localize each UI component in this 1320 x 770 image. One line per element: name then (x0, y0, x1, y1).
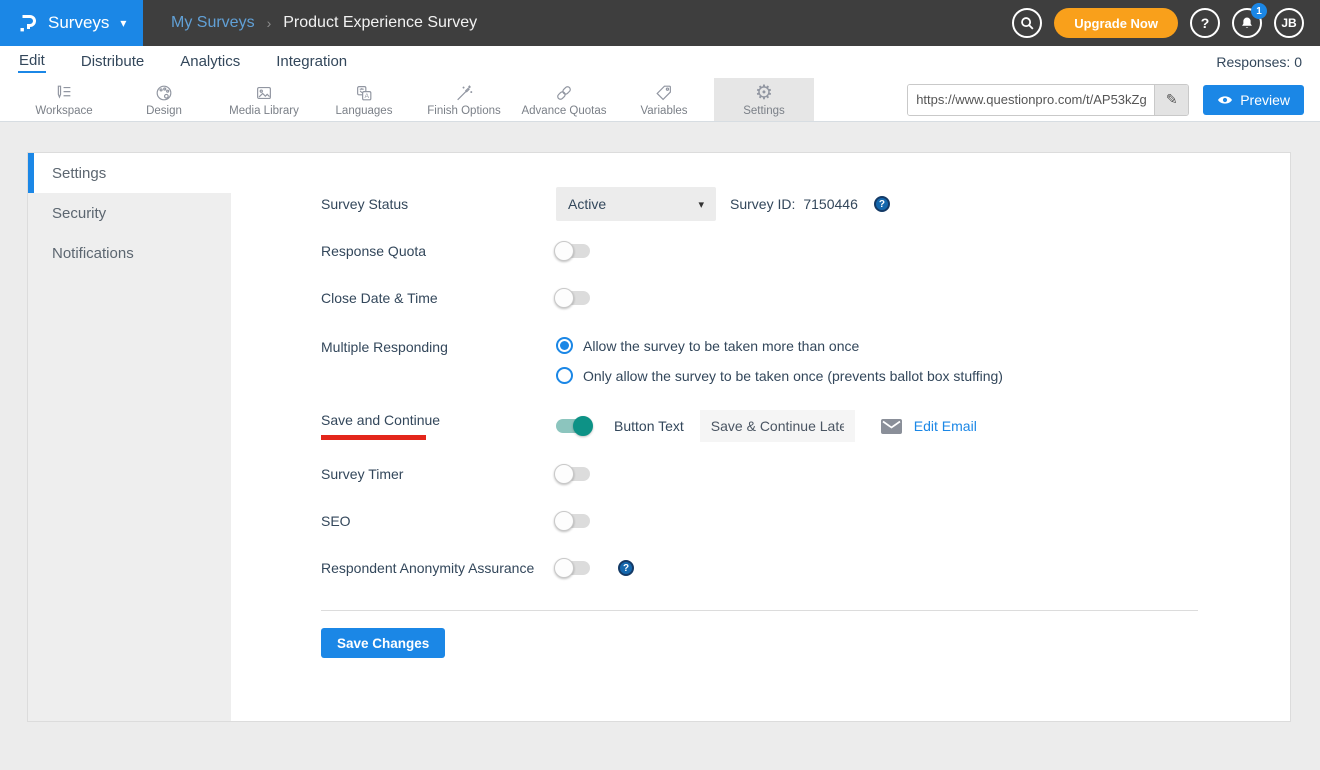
button-text-input[interactable] (700, 410, 855, 442)
envelope-icon[interactable] (881, 419, 902, 434)
sidebar-item-notifications[interactable]: Notifications (28, 233, 231, 273)
survey-timer-toggle[interactable] (556, 467, 590, 481)
toolbar-item-finish-options[interactable]: Finish Options (414, 78, 514, 121)
survey-id-label: Survey ID: (730, 196, 795, 212)
seo-toggle[interactable] (556, 514, 590, 528)
radio-icon (556, 367, 573, 384)
translate-icon: A (354, 82, 374, 103)
avatar-initials: JB (1281, 16, 1296, 30)
breadcrumb-separator: › (267, 15, 272, 31)
notification-badge: 1 (1251, 3, 1267, 19)
respondent-anonymity-toggle[interactable] (556, 561, 590, 575)
survey-timer-row: Survey Timer (321, 466, 1198, 482)
multiple-responding-row: Multiple Responding Allow the survey to … (321, 337, 1198, 384)
product-switcher-label: Surveys (48, 13, 109, 33)
toolbar-item-settings[interactable]: ⚙ Settings (714, 78, 814, 121)
button-text-label: Button Text (614, 418, 684, 434)
chevron-down-icon: ▾ (120, 16, 126, 30)
form-divider (321, 610, 1198, 611)
notifications-button[interactable]: 1 (1232, 8, 1262, 38)
save-and-continue-toggle[interactable] (556, 419, 590, 433)
settings-sidebar: Settings Security Notifications (28, 153, 231, 721)
eye-icon (1217, 94, 1233, 106)
pencil-icon: ✎ (1166, 91, 1178, 107)
survey-timer-label: Survey Timer (321, 466, 556, 482)
tab-analytics[interactable]: Analytics (179, 52, 241, 72)
bell-icon (1239, 15, 1255, 31)
close-date-toggle[interactable] (556, 291, 590, 305)
respondent-anonymity-label: Respondent Anonymity Assurance (321, 560, 556, 576)
edit-toolbar: Workspace Design Media Library A Languag… (0, 78, 1320, 122)
page-title: Product Experience Survey (283, 14, 477, 32)
save-and-continue-row: Save and Continue Button Text Edit Email (321, 410, 1198, 442)
survey-url-group: ✎ (907, 84, 1189, 116)
toolbar-item-advance-quotas[interactable]: Advance Quotas (514, 78, 614, 121)
search-button[interactable] (1012, 8, 1042, 38)
response-quota-toggle[interactable] (556, 244, 590, 258)
tab-edit[interactable]: Edit (18, 51, 46, 73)
preview-button[interactable]: Preview (1203, 85, 1304, 115)
magic-wand-icon (454, 82, 474, 103)
toolbar-item-languages[interactable]: A Languages (314, 78, 414, 121)
survey-status-select[interactable]: Active ▾ (556, 187, 716, 221)
respondent-anonymity-help-icon[interactable]: ? (618, 560, 634, 576)
settings-form: Survey Status Active ▾ Survey ID: 715044… (231, 153, 1290, 721)
chain-link-icon (554, 82, 574, 103)
svg-text:A: A (364, 92, 369, 99)
topbar-actions: Upgrade Now ? 1 JB (1012, 0, 1320, 46)
toolbar-right: ✎ Preview (907, 78, 1320, 121)
chevron-down-icon: ▾ (698, 198, 704, 211)
respondent-anonymity-row: Respondent Anonymity Assurance ? (321, 560, 1198, 576)
tab-integration[interactable]: Integration (275, 52, 348, 72)
toolbar-item-variables[interactable]: Variables (614, 78, 714, 121)
survey-status-label: Survey Status (321, 196, 556, 212)
survey-id-value: 7150446 (803, 196, 858, 212)
multiple-responding-label: Multiple Responding (321, 337, 556, 355)
close-date-label: Close Date & Time (321, 290, 556, 306)
edit-email-link[interactable]: Edit Email (914, 418, 977, 434)
gear-icon: ⚙ (755, 82, 773, 103)
tab-distribute[interactable]: Distribute (80, 52, 145, 72)
survey-id-help-icon[interactable]: ? (874, 196, 890, 212)
toolbar-item-workspace[interactable]: Workspace (14, 78, 114, 121)
sidebar-item-settings[interactable]: Settings (28, 153, 231, 193)
highlight-underline (321, 435, 426, 440)
brand-area[interactable]: Surveys ▾ (0, 0, 143, 46)
search-icon (1018, 14, 1036, 32)
question-mark-icon: ? (1201, 15, 1210, 31)
image-icon (254, 82, 274, 103)
toolbar-item-media-library[interactable]: Media Library (214, 78, 314, 121)
save-and-continue-label: Save and Continue (321, 412, 556, 428)
radio-option-multiple[interactable]: Allow the survey to be taken more than o… (556, 337, 1003, 354)
radio-icon (556, 337, 573, 354)
survey-url-input[interactable] (908, 85, 1154, 115)
radio-option-once[interactable]: Only allow the survey to be taken once (… (556, 367, 1003, 384)
avatar[interactable]: JB (1274, 8, 1304, 38)
response-quota-label: Response Quota (321, 243, 556, 259)
questionpro-logo (16, 12, 39, 35)
seo-label: SEO (321, 513, 556, 529)
toolbar-item-design[interactable]: Design (114, 78, 214, 121)
tag-icon (654, 82, 674, 103)
survey-status-row: Survey Status Active ▾ Survey ID: 715044… (321, 187, 1198, 221)
edit-url-button[interactable]: ✎ (1154, 85, 1188, 115)
sidebar-item-security[interactable]: Security (28, 193, 231, 233)
top-bar: Surveys ▾ My Surveys › Product Experienc… (0, 0, 1320, 46)
settings-panel: Settings Security Notifications Survey S… (27, 152, 1291, 722)
upgrade-now-button[interactable]: Upgrade Now (1054, 8, 1178, 38)
workspace-icon (54, 82, 74, 103)
save-changes-button[interactable]: Save Changes (321, 628, 445, 658)
survey-nav: Edit Distribute Analytics Integration Re… (0, 46, 1320, 78)
seo-row: SEO (321, 513, 1198, 529)
palette-icon (154, 82, 174, 103)
response-quota-row: Response Quota (321, 243, 1198, 259)
help-button[interactable]: ? (1190, 8, 1220, 38)
close-date-row: Close Date & Time (321, 290, 1198, 306)
breadcrumb-my-surveys[interactable]: My Surveys (171, 14, 255, 32)
responses-count: Responses: 0 (1216, 54, 1302, 70)
breadcrumb: My Surveys › Product Experience Survey (143, 0, 477, 46)
